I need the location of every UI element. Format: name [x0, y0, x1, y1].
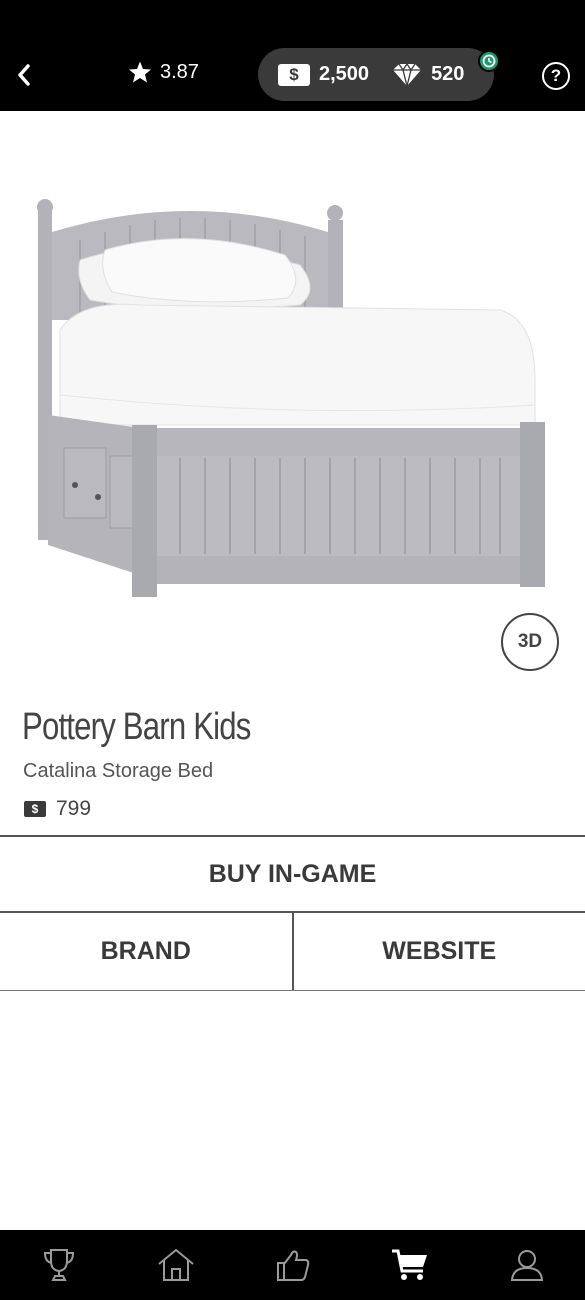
brand-label: BRAND	[100, 937, 191, 965]
product-brand: Pottery Barn Kids	[22, 706, 251, 748]
help-icon: ?	[550, 66, 562, 85]
view-3d-button[interactable]: 3D	[501, 613, 559, 671]
cash-icon: $	[278, 63, 310, 86]
trophy-icon	[43, 1249, 74, 1281]
diamond-icon	[391, 62, 423, 87]
thumbs-up-icon	[276, 1250, 309, 1281]
help-button[interactable]: ?	[542, 62, 570, 90]
website-label: WEBSITE	[382, 937, 497, 965]
view-3d-label: 3D	[517, 631, 543, 652]
product-price: $ 799	[24, 797, 91, 821]
gem-amount: 520	[431, 63, 465, 85]
chevron-left-icon	[18, 64, 30, 86]
home-icon	[157, 1248, 194, 1281]
top-bar: 3.87 $ 2,500 520 ?	[0, 0, 585, 111]
cart-icon	[391, 1249, 427, 1280]
brand-button[interactable]: BRAND	[0, 913, 294, 990]
nav-item-awards[interactable]	[29, 1240, 89, 1290]
currency-pill[interactable]: $ 2,500 520	[258, 48, 500, 101]
buy-in-game-label: BUY IN-GAME	[208, 859, 377, 888]
player-rating: 3.87	[128, 60, 199, 84]
cash-icon: $	[24, 801, 46, 817]
product-name: Catalina Storage Bed	[23, 760, 214, 782]
back-button[interactable]	[8, 56, 40, 94]
profile-icon	[510, 1250, 543, 1281]
link-buttons-row: BRAND WEBSITE	[0, 913, 585, 991]
buy-in-game-button[interactable]: BUY IN-GAME	[0, 835, 585, 913]
price-value: 799	[56, 797, 92, 820]
nav-item-likes[interactable]	[263, 1240, 323, 1290]
rating-value: 3.87	[160, 60, 199, 83]
cash-amount: 2,500	[319, 63, 370, 85]
clock-icon	[478, 50, 500, 72]
website-button[interactable]: WEBSITE	[293, 913, 585, 990]
product-image	[20, 180, 565, 610]
bottom-nav	[0, 1230, 585, 1300]
star-icon	[128, 60, 152, 84]
nav-item-profile[interactable]	[497, 1240, 557, 1290]
nav-item-shop[interactable]	[380, 1240, 440, 1290]
nav-item-home[interactable]	[146, 1240, 206, 1290]
